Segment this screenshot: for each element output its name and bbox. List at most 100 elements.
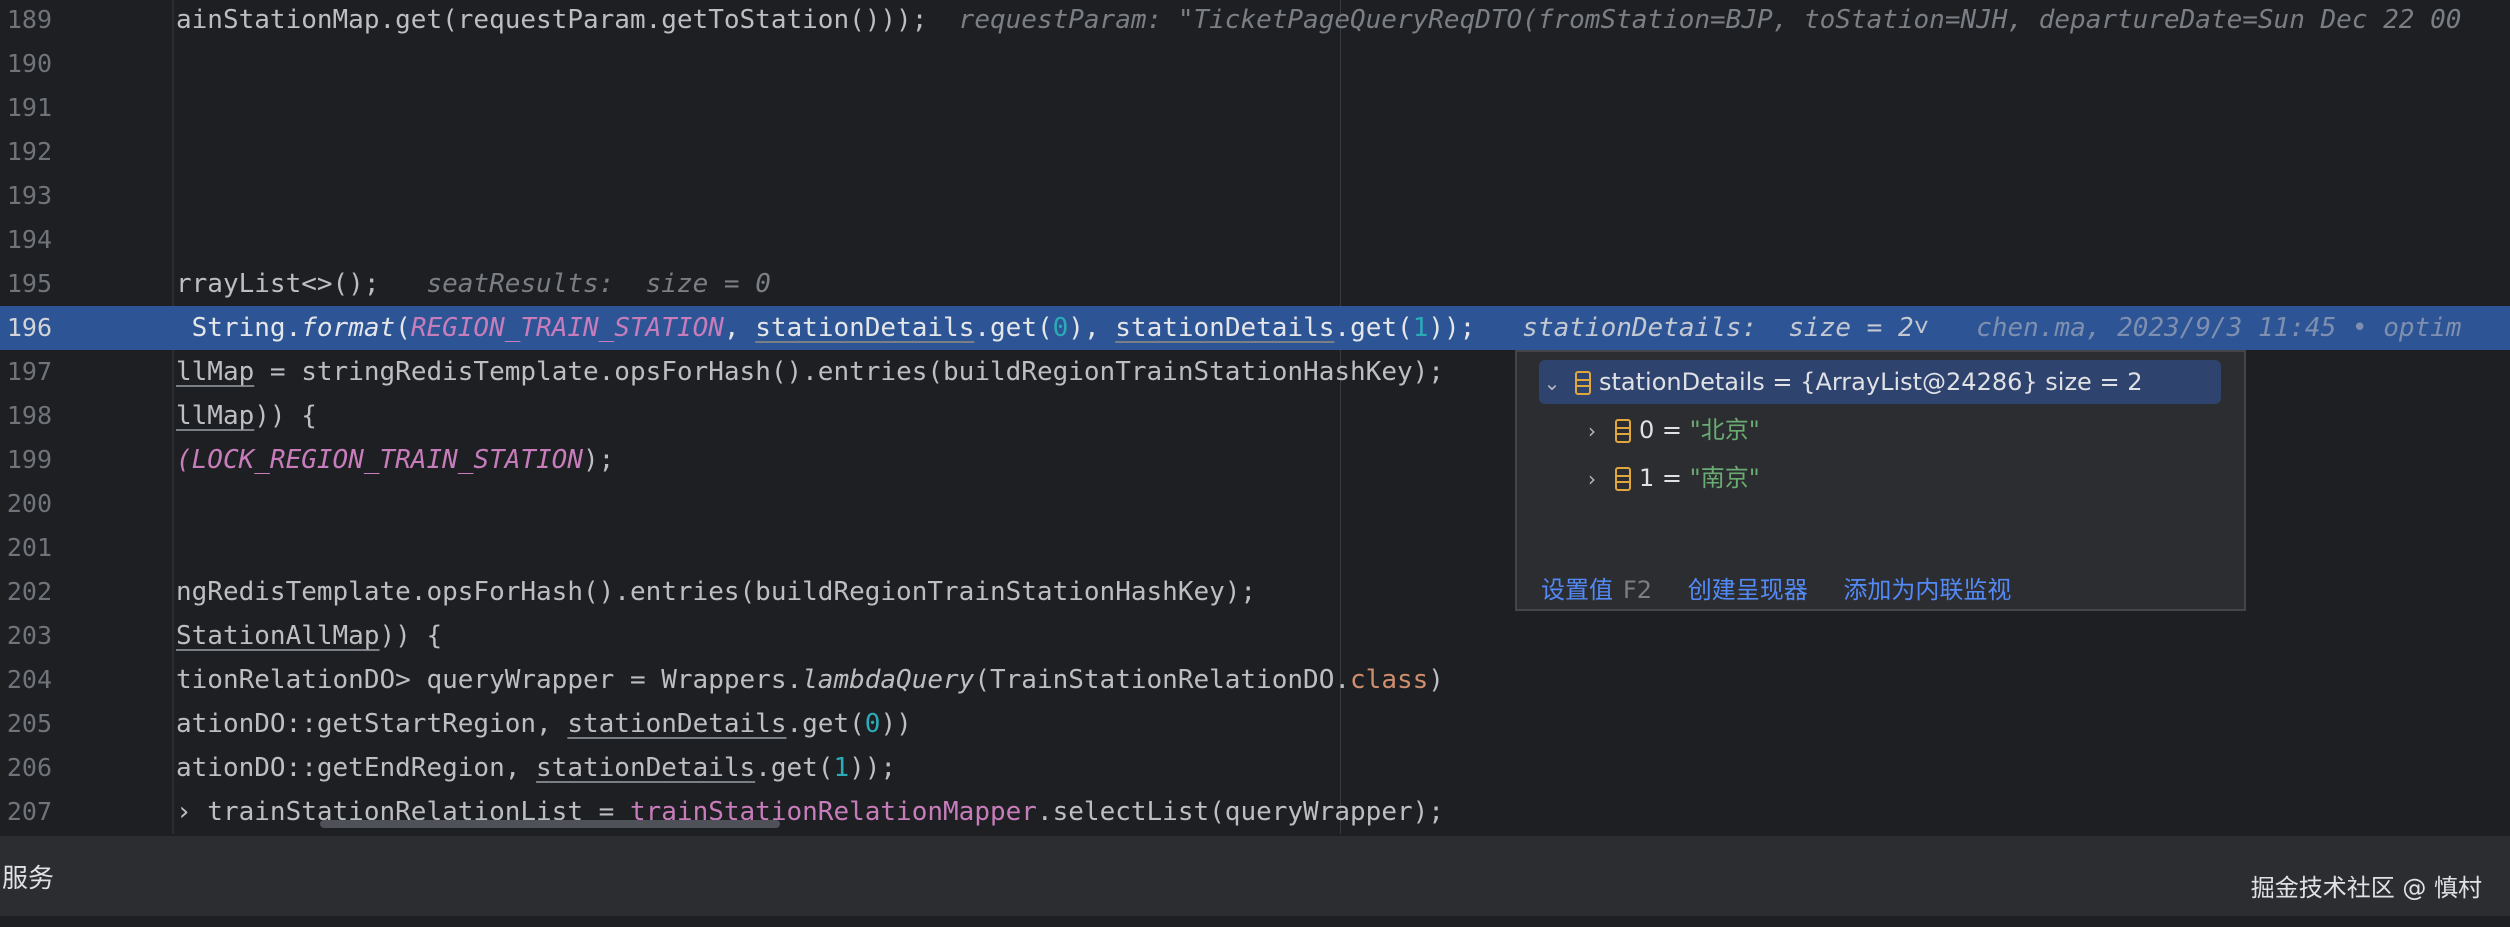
code-token: String. <box>176 313 302 343</box>
services-panel-title[interactable]: 服务 <box>2 858 54 895</box>
code-token: rrayList<>(); <box>176 269 380 299</box>
line-number[interactable]: 196 <box>0 306 52 350</box>
line-number[interactable]: 191 <box>0 86 52 130</box>
variable-icon <box>1575 371 1591 395</box>
code-token: stationDetails <box>567 709 787 739</box>
code-line[interactable]: 204 tionRelationDO> queryWrapper = Wrappe… <box>0 658 2510 702</box>
code-line[interactable]: 193 <box>0 174 2510 218</box>
set-value-label: 设置值 <box>1541 576 1613 604</box>
line-number[interactable]: 200 <box>0 482 52 526</box>
line-number[interactable]: 195 <box>0 262 52 306</box>
code-token: 1 <box>833 753 850 783</box>
code-text[interactable]: llMap = stringRedisTemplate.opsForHash()… <box>176 350 1444 394</box>
add-inline-watch-link[interactable]: 添加为内联监视 <box>1843 576 2011 604</box>
code-line[interactable]: 190 <box>0 42 2510 86</box>
element-value: "北京" <box>1689 416 1760 444</box>
code-token: ) <box>1428 665 1444 695</box>
line-number[interactable]: 207 <box>0 790 52 834</box>
line-number[interactable]: 198 <box>0 394 52 438</box>
variable-size: size = 2 <box>2037 368 2143 396</box>
code-token: ationDO::getStartRegion, <box>176 709 568 739</box>
code-text[interactable]: tionRelationDO> queryWrapper = Wrappers.… <box>176 658 1444 702</box>
line-number[interactable]: 202 <box>0 570 52 614</box>
chevron-right-icon[interactable]: › <box>1579 457 1605 501</box>
code-text[interactable]: String.format(REGION_TRAIN_STATION, stat… <box>176 306 2462 350</box>
code-text[interactable]: ngRedisTemplate.opsForHash().entries(bui… <box>176 570 1256 614</box>
code-text[interactable]: ainStationMap.get(requestParam.getToStat… <box>176 0 2461 42</box>
tree-item-0[interactable]: › 0 = "北京" <box>1579 408 1760 452</box>
code-text[interactable]: rrayList<>(); seatResults: size = 0 <box>176 262 771 306</box>
chevron-down-icon[interactable]: ⌄ <box>1539 361 1565 405</box>
code-text[interactable]: ationDO::getStartRegion, stationDetails.… <box>176 702 912 746</box>
code-line[interactable]: 191 <box>0 86 2510 130</box>
code-token: stationDetails <box>1115 313 1335 343</box>
code-line[interactable]: 192 <box>0 130 2510 174</box>
code-token: )) { <box>254 401 317 431</box>
code-token: stationDetails <box>755 313 975 343</box>
line-number[interactable]: 197 <box>0 350 52 394</box>
horizontal-scrollbar-thumb[interactable] <box>320 820 780 828</box>
code-token: llMap <box>176 357 255 387</box>
code-line[interactable]: 195 rrayList<>(); seatResults: size = 0 <box>0 262 2510 306</box>
code-token: ( <box>176 445 192 475</box>
code-token: LOCK_REGION_TRAIN_STATION <box>191 445 583 475</box>
code-token: ), <box>1068 313 1116 343</box>
variable-equals: = <box>1764 368 1801 396</box>
set-value-link[interactable]: 设置值 F2 <box>1541 576 1652 604</box>
code-line[interactable]: 189 ainStationMap.get(requestParam.getToS… <box>0 0 2510 42</box>
code-token: .get( <box>974 313 1053 343</box>
line-number[interactable]: 201 <box>0 526 52 570</box>
bottom-strip <box>0 916 2510 927</box>
code-token: llMap <box>176 401 255 431</box>
tree-item-1[interactable]: › 1 = "南京" <box>1579 456 1760 500</box>
code-text[interactable]: ationDO::getEndRegion, stationDetails.ge… <box>176 746 896 790</box>
code-text[interactable]: llMap)) { <box>176 394 317 438</box>
line-number[interactable]: 205 <box>0 702 52 746</box>
debug-value-popup: ⌄ stationDetails = {ArrayList@24286} size… <box>1515 350 2246 611</box>
variable-icon <box>1615 467 1631 491</box>
line-number[interactable]: 206 <box>0 746 52 790</box>
code-token: )) <box>880 709 912 739</box>
line-number[interactable]: 189 <box>0 0 52 42</box>
line-number[interactable]: 194 <box>0 218 52 262</box>
code-token: ationDO::getEndRegion, <box>176 753 537 783</box>
inline-debug-value[interactable]: requestParam: "TicketPageQueryReqDTO(fro… <box>959 5 2462 35</box>
inline-debug-value[interactable]: seatResults: size = 0 <box>426 269 770 299</box>
services-tool-window-header: 服务 掘金技术社区 @ 慎村 <box>0 834 2510 916</box>
chevron-right-icon[interactable]: › <box>1579 409 1605 453</box>
code-text[interactable]: StationAllMap)) { <box>176 614 442 658</box>
inline-debug-value[interactable]: stationDetails: size = 2˅ <box>1522 313 1929 343</box>
variable-icon <box>1615 419 1631 443</box>
line-number[interactable]: 203 <box>0 614 52 658</box>
code-token: 0 <box>1052 313 1069 343</box>
code-token: format <box>301 313 396 343</box>
code-token: (TrainStationRelationDO. <box>974 665 1351 695</box>
set-value-shortcut: F2 <box>1623 576 1653 604</box>
code-line[interactable]: 203 StationAllMap)) { <box>0 614 2510 658</box>
line-number[interactable]: 199 <box>0 438 52 482</box>
code-token: 1 <box>1412 313 1429 343</box>
watermark-text: 掘金技术社区 @ 慎村 <box>2250 874 2482 902</box>
code-line[interactable]: 206 ationDO::getEndRegion, stationDetails… <box>0 746 2510 790</box>
line-number[interactable]: 204 <box>0 658 52 702</box>
line-number[interactable]: 192 <box>0 130 52 174</box>
code-line[interactable]: 194 <box>0 218 2510 262</box>
code-token: ainStationMap.get(requestParam.getToStat… <box>176 5 928 35</box>
code-editor[interactable]: 189 ainStationMap.get(requestParam.getToS… <box>0 0 2510 834</box>
element-equals: = <box>1654 416 1690 444</box>
current-code-line[interactable]: 196 String.format(REGION_TRAIN_STATION, … <box>0 306 2510 350</box>
line-number[interactable]: 190 <box>0 42 52 86</box>
code-token: ); <box>583 445 615 475</box>
create-renderer-link[interactable]: 创建呈现器 <box>1688 576 1808 604</box>
git-blame-annotation: chen.ma, 2023/9/3 11:45 • optim <box>1976 313 2462 343</box>
tree-root-stationDetails[interactable]: ⌄ stationDetails = {ArrayList@24286} size… <box>1539 360 2221 404</box>
code-token: stationDetails <box>536 753 756 783</box>
code-line[interactable]: 205 ationDO::getStartRegion, stationDetai… <box>0 702 2510 746</box>
code-text[interactable]: (LOCK_REGION_TRAIN_STATION); <box>176 438 614 482</box>
code-token: )); <box>1428 313 1476 343</box>
variable-value: {ArrayList@24286} <box>1800 368 2038 396</box>
line-number[interactable]: 193 <box>0 174 52 218</box>
code-token: )) { <box>379 621 443 651</box>
